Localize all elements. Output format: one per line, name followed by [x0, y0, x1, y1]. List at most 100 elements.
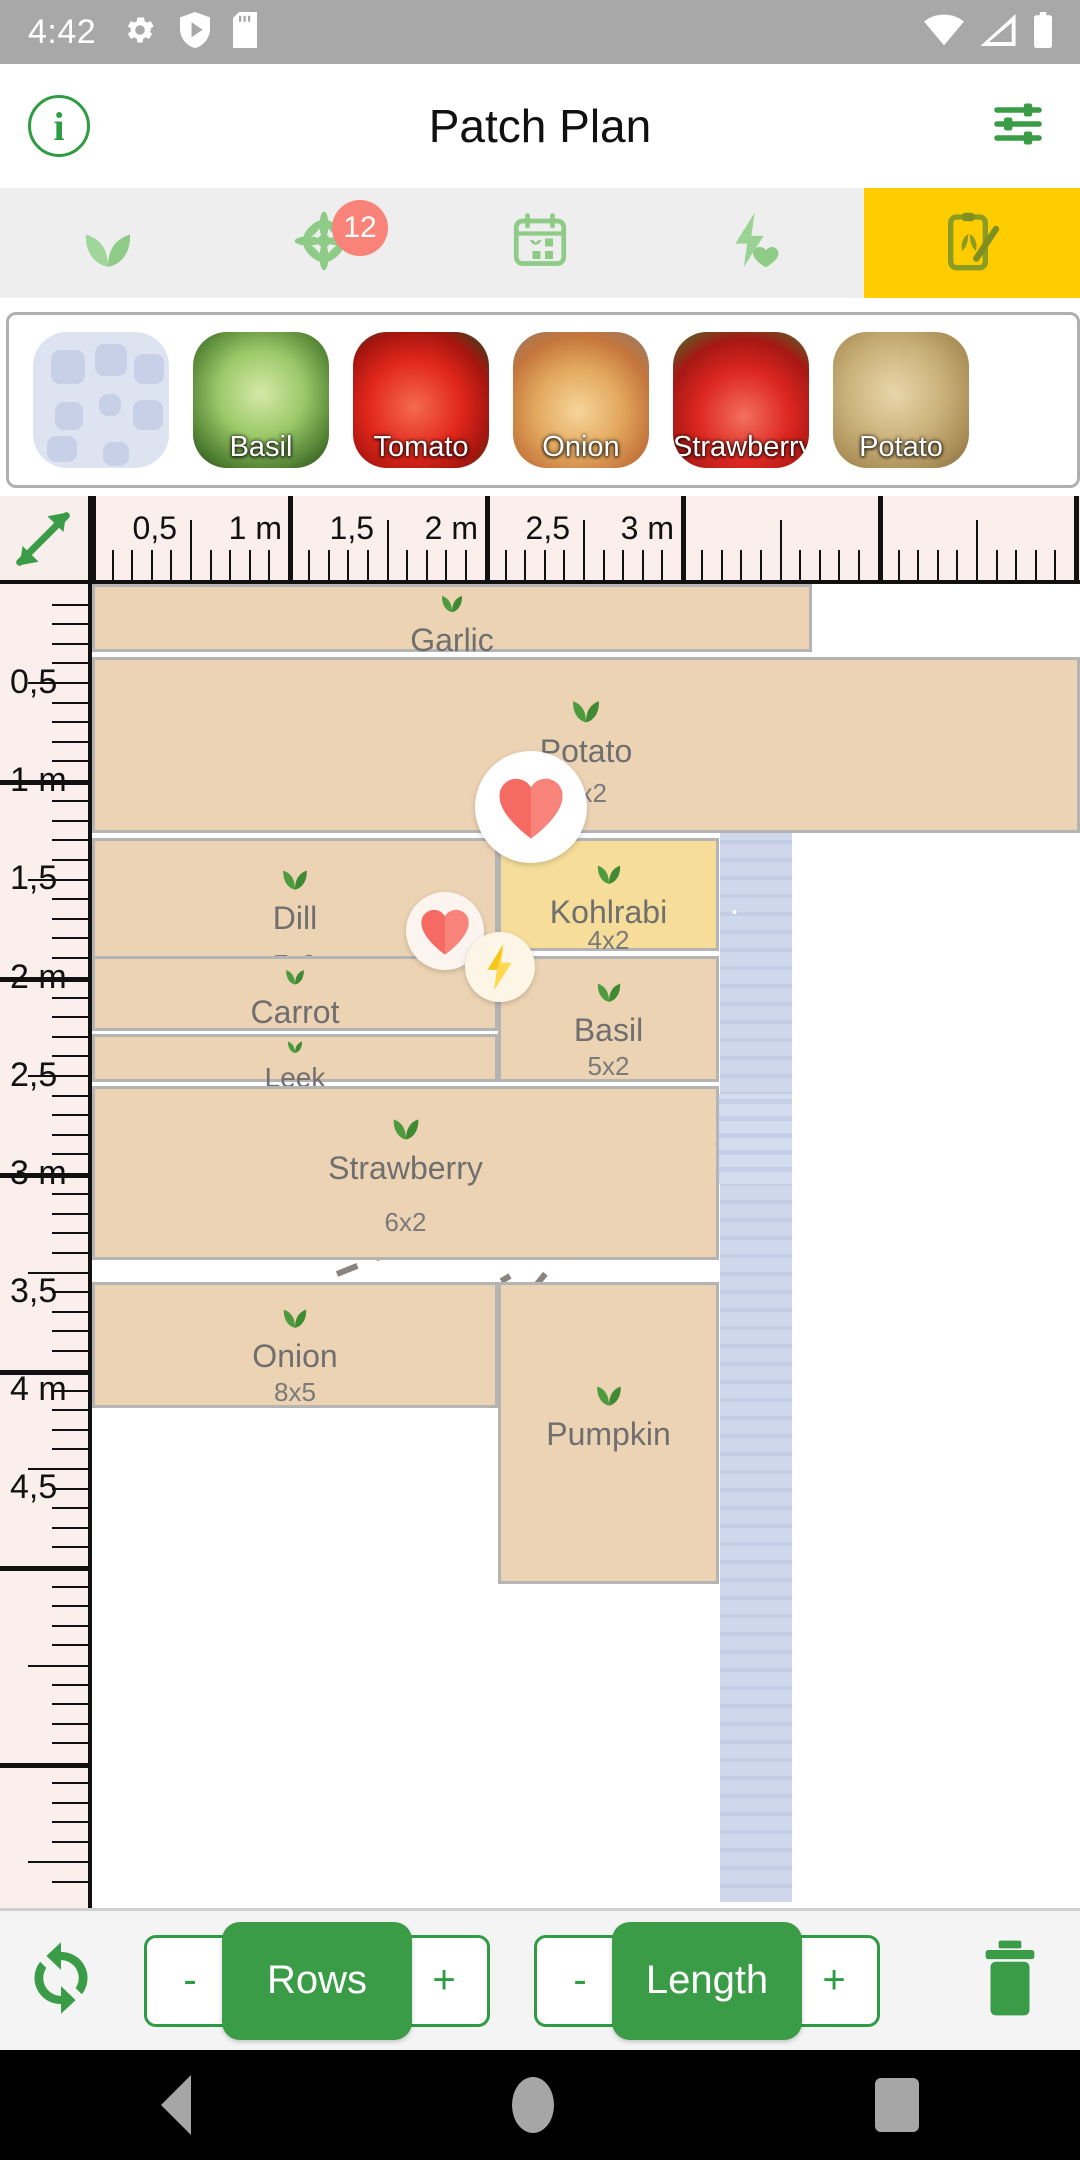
calendar-icon [510, 211, 570, 276]
vertical-ruler: 0,5 1 m 1,5 2 m 2,5 3 m 3,5 4 m 4,5 [0, 584, 92, 1908]
bed-label: Carrot [250, 994, 340, 1030]
bolt-heart-icon [725, 210, 787, 277]
gear-icon [122, 12, 158, 53]
rotate-icon[interactable] [22, 1939, 100, 2022]
marker-heart-large[interactable] [475, 751, 587, 863]
bed-strawberry[interactable]: Strawberry 6x2 [92, 1086, 719, 1260]
sprout-icon [589, 1369, 629, 1414]
sprout-icon [276, 1293, 314, 1336]
app-bar: i Patch Plan [0, 64, 1080, 188]
sprout-icon [280, 957, 310, 992]
carousel-item-empty[interactable] [33, 332, 169, 468]
garden-canvas[interactable]: Garlic Potato 6x2 Dill 7x2 K [92, 584, 1080, 1908]
sd-card-icon [232, 11, 258, 53]
carousel-item-label: Potato [859, 431, 943, 463]
sliders-icon[interactable] [990, 96, 1046, 157]
wifi-icon [924, 14, 964, 51]
clipboard-check-icon [940, 209, 1004, 278]
sprout-icon [385, 1101, 427, 1148]
plant-carousel[interactable]: Basil Tomato Onion Strawberry Potato [6, 312, 1080, 488]
vruler-label: 2,5 [10, 1056, 58, 1094]
bed-garlic[interactable]: Garlic [92, 584, 812, 658]
leaf-icon [77, 210, 139, 277]
paving-right-strip [720, 802, 792, 1902]
carousel-item-label: Tomato [373, 431, 469, 463]
bed-label: Garlic [410, 622, 494, 658]
carousel-item-label: Basil [229, 431, 293, 463]
vruler-label: 3,5 [10, 1272, 58, 1310]
carousel-item-tomato[interactable]: Tomato [353, 332, 489, 468]
home-circle-icon[interactable] [511, 2077, 554, 2133]
status-bar-clock: 4:42 [28, 12, 97, 51]
horizontal-ruler: 0,5 1 m 1,5 2 m 2,5 3 m [92, 496, 1080, 584]
tab-plants[interactable] [0, 188, 216, 298]
tab-calendar[interactable] [432, 188, 648, 298]
plot-area[interactable]: 0,5 1 m 1,5 2 m 2,5 3 m 0,5 1 m 1,5 2 m … [0, 496, 1080, 1908]
rows-stepper[interactable]: - Rows + [144, 1921, 490, 2040]
android-nav-bar [0, 2050, 1080, 2160]
rows-label: Rows [266, 1958, 368, 2002]
resize-diagonal-icon[interactable] [0, 496, 92, 584]
sprout-icon [283, 1031, 307, 1060]
vruler-label: 1,5 [10, 859, 58, 897]
sprout-icon [590, 967, 628, 1010]
carousel-item-strawberry[interactable]: Strawberry [673, 332, 809, 468]
length-increment-label: + [822, 1958, 846, 2002]
bed-dimension: 8x5 [274, 1377, 316, 1407]
bed-onion[interactable]: Onion 8x5 [92, 1282, 498, 1408]
length-label-button[interactable]: Length [612, 1921, 802, 2040]
hruler-label: 2 m [424, 510, 478, 546]
marker-bolt[interactable] [465, 932, 535, 1002]
hruler-label: 1 m [228, 510, 282, 546]
tab-bar: 12 [0, 188, 1080, 298]
back-triangle-icon[interactable] [160, 2075, 191, 2135]
hruler-label: 2,5 [525, 510, 570, 546]
vruler-label: 2 m [10, 958, 67, 996]
length-decrement-label: - [573, 1958, 587, 2002]
rows-increment-label: + [432, 1958, 456, 2002]
bed-dimension: 5x2 [587, 1051, 630, 1081]
status-bar-right-icons [924, 11, 1054, 53]
rows-decrement-label: - [183, 1958, 197, 2002]
sprout-icon [435, 584, 469, 620]
vruler-label: 1 m [10, 761, 67, 799]
rows-label-button[interactable]: Rows [222, 1921, 412, 2040]
tab-care[interactable] [648, 188, 864, 298]
carousel-item-onion[interactable]: Onion [513, 332, 649, 468]
heart-icon [499, 778, 563, 839]
trash-icon[interactable] [978, 1939, 1042, 2022]
status-bar-left-icons [122, 11, 258, 53]
bottom-toolbar: - Rows + - Length + [0, 1908, 1080, 2050]
bed-leek[interactable]: Leek [92, 1031, 498, 1093]
length-stepper[interactable]: - Length + [534, 1921, 880, 2040]
tab-plan[interactable] [864, 188, 1080, 298]
android-status-bar: 4:42 [0, 0, 1080, 64]
bed-label: Pumpkin [546, 1416, 671, 1452]
vruler-label: 4 m [10, 1370, 67, 1408]
hruler-label: 3 m [620, 510, 674, 546]
bed-pumpkin[interactable]: Pumpkin [498, 1282, 719, 1584]
sprout-icon [275, 853, 315, 898]
page-title: Patch Plan [428, 100, 652, 152]
recents-square-icon[interactable] [875, 2078, 920, 2132]
tab-flowers-badge: 12 [332, 200, 388, 256]
bed-label: Basil [573, 1012, 644, 1048]
play-shield-icon [180, 11, 211, 53]
heart-icon [421, 909, 469, 955]
battery-icon [1032, 11, 1054, 53]
carousel-item-potato[interactable]: Potato [833, 332, 969, 468]
bed-label: Dill [272, 900, 318, 936]
carousel-item-label: Strawberry [673, 431, 809, 463]
bed-label: Strawberry [328, 1150, 483, 1186]
hruler-label: 1,5 [329, 510, 374, 546]
tab-flowers[interactable]: 12 [216, 188, 432, 298]
bed-dimension: 6x2 [384, 1207, 427, 1237]
bed-dimension: 4x2 [587, 925, 630, 955]
length-label: Length [645, 1958, 769, 2002]
carousel-item-label: Onion [542, 431, 620, 463]
bolt-icon [487, 944, 512, 990]
sprout-icon [590, 849, 628, 892]
carousel-item-basil[interactable]: Basil [193, 332, 329, 468]
signal-icon [980, 13, 1016, 51]
sprout-icon [564, 682, 608, 731]
